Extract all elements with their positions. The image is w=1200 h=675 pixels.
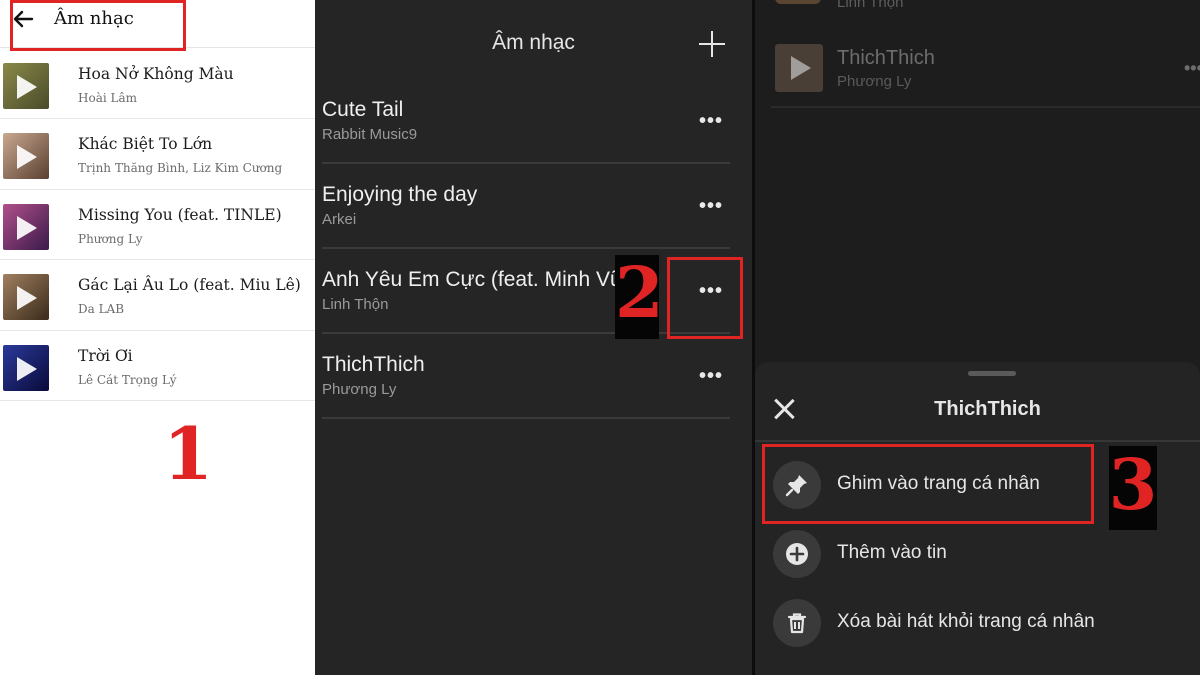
play-icon [17,145,37,170]
list-item[interactable]: Khác Biệt To Lớn Trịnh Thăng Bình, Liz K… [0,119,315,190]
more-options-icon[interactable]: ••• [697,111,725,131]
trash-icon [773,599,821,647]
highlight-box-music-title [10,0,186,51]
song-name: Gác Lại Âu Lo (feat. Miu Lê) [78,276,301,295]
song-artist: Linh Thộn [837,0,904,11]
music-list-light-panel: Âm nhạc Hoa Nở Không Màu Hoài Lâm Khác B… [0,0,315,675]
song-artist: Phương Ly [322,381,397,398]
divider [322,417,730,419]
sheet-drag-handle[interactable] [968,371,1016,376]
album-thumbnail [3,63,49,109]
song-artist: Lê Cát Trọng Lý [78,372,177,387]
song-list: Cute Tail Rabbit Music9 ••• Enjoying the… [315,79,752,419]
song-artist: Trịnh Thăng Bình, Liz Kim Cương [78,161,283,176]
album-thumbnail [3,344,49,391]
more-options-icon[interactable]: ••• [697,366,725,386]
song-name: Hoa Nở Không Màu [78,65,234,83]
sheet-title: ThichThich [934,398,1041,420]
song-name: Cute Tail [322,98,404,121]
music-list-dark-panel: Âm nhạc Cute Tail Rabbit Music9 ••• Enjo… [315,0,752,675]
add-to-story-option[interactable]: Thêm vào tin [773,528,1173,580]
song-artist: Phương Ly [837,73,912,90]
song-name: ThichThich [837,47,935,69]
more-options-icon[interactable]: ••• [1184,58,1200,79]
song-artist: Rabbit Music9 [322,126,418,143]
add-icon[interactable] [699,31,725,57]
song-name: Missing You (feat. TINLE) [78,205,282,224]
divider [755,440,1200,442]
song-artist: Hoài Lâm [78,91,137,105]
song-name: Trời Ơi [78,346,133,365]
song-name: Anh Yêu Em Cực (feat. Minh Vũ) [322,268,629,291]
album-thumbnail [775,44,823,92]
step-number-3: 3 [1108,443,1158,526]
album-thumbnail [3,274,49,321]
song-name: ThichThich [322,353,425,376]
step-number-2: 2 [615,251,664,334]
list-item[interactable]: Enjoying the day Arkei ••• [315,164,752,249]
list-item[interactable]: ThichThich Phương Ly ••• [315,334,752,419]
play-icon [17,75,37,99]
list-item[interactable]: Gác Lại Âu Lo (feat. Miu Lê) Da LAB [0,260,315,331]
list-item[interactable]: Hoa Nở Không Màu Hoài Lâm [0,49,315,120]
list-item[interactable]: Missing You (feat. TINLE) Phương Ly [0,190,315,261]
option-label: Thêm vào tin [837,542,947,563]
song-name: Khác Biệt To Lớn [78,135,213,154]
song-artist: Phương Ly [78,231,143,246]
song-artist: Arkei [322,211,357,228]
list-item[interactable]: ThichThich Phương Ly ••• [771,42,1200,104]
highlight-box-pin-option [762,444,1094,524]
option-label: Xóa bài hát khỏi trang cá nhân [837,611,1095,632]
page-title: Âm nhạc [492,31,575,54]
album-thumbnail [3,203,49,250]
play-icon [17,286,37,311]
list-item[interactable]: Cute Tail Rabbit Music9 ••• [315,79,752,164]
song-options-panel: Linh Thộn ThichThich Phương Ly ••• Thich… [755,0,1200,675]
album-thumbnail [775,0,821,4]
add-circle-icon [773,530,821,578]
play-icon [791,56,811,80]
list-item[interactable]: Trời Ơi Lê Cát Trọng Lý [0,331,315,401]
album-thumbnail [3,133,49,180]
play-icon [17,215,37,240]
play-icon [17,356,37,381]
remove-song-option[interactable]: Xóa bài hát khỏi trang cá nhân [773,597,1173,649]
song-name: Enjoying the day [322,183,478,206]
song-artist: Da LAB [78,302,125,317]
highlight-box-more-options [667,257,743,339]
more-options-icon[interactable]: ••• [697,196,725,216]
song-artist: Linh Thộn [322,296,389,313]
step-number-1: 1 [163,411,214,496]
divider [771,106,1200,108]
song-list: Hoa Nở Không Màu Hoài Lâm Khác Biệt To L… [0,49,315,401]
tutorial-screenshot: Âm nhạc Hoa Nở Không Màu Hoài Lâm Khác B… [0,0,1200,675]
